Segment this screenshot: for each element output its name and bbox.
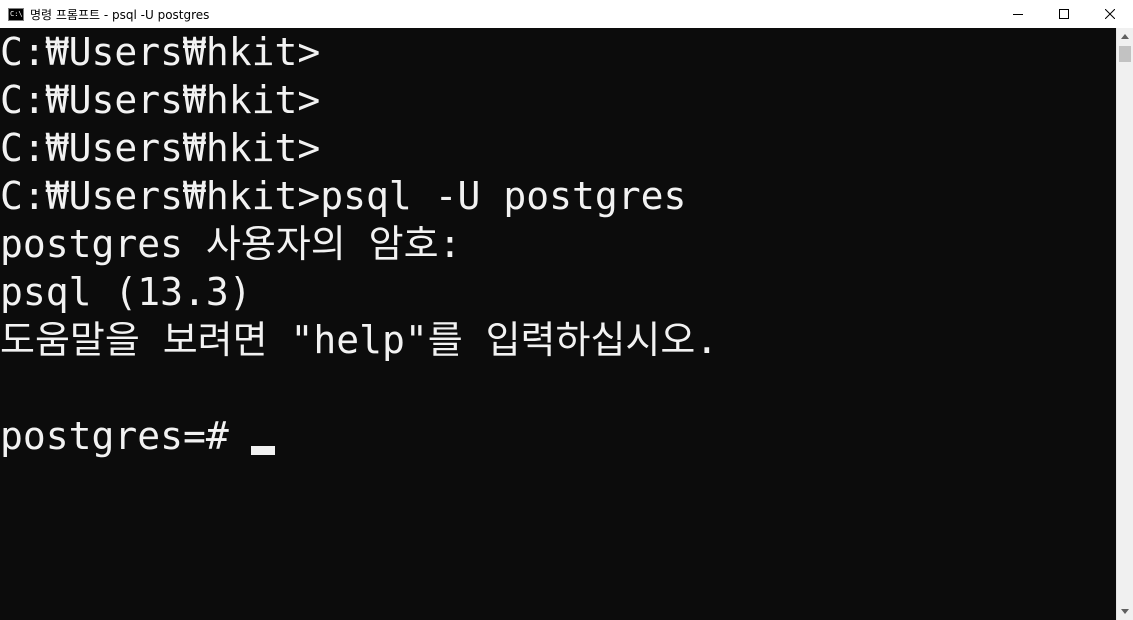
scroll-up-button[interactable] <box>1117 28 1133 45</box>
maximize-button[interactable] <box>1041 0 1087 28</box>
close-button[interactable] <box>1087 0 1133 28</box>
vertical-scrollbar[interactable] <box>1116 28 1133 620</box>
cmd-icon[interactable]: C:\ <box>8 7 24 21</box>
console-line: C:₩Users₩hkit>psql -U postgres <box>0 174 687 218</box>
scroll-down-button[interactable] <box>1117 603 1133 620</box>
chevron-up-icon <box>1121 34 1129 39</box>
chevron-down-icon <box>1121 609 1129 614</box>
prompt-text: postgres=# <box>0 414 229 458</box>
window-title: 명령 프롬프트 - psql -U postgres <box>30 7 210 22</box>
console-output[interactable]: C:₩Users₩hkit> C:₩Users₩hkit> C:₩Users₩h… <box>0 28 1116 620</box>
maximize-icon <box>1059 9 1069 19</box>
text-cursor <box>250 446 275 455</box>
command-prompt-window: C:\ 명령 프롬프트 - psql -U postgres C:₩Users₩… <box>0 0 1133 620</box>
console-line: C:₩Users₩hkit> <box>0 30 321 74</box>
scrollbar-thumb[interactable] <box>1119 46 1131 62</box>
console-line: C:₩Users₩hkit> <box>0 78 321 122</box>
prompt-line[interactable]: postgres=# <box>0 412 1116 460</box>
minimize-button[interactable] <box>995 0 1041 28</box>
console-line: psql (13.3) <box>0 270 252 314</box>
title-bar[interactable]: C:\ 명령 프롬프트 - psql -U postgres <box>0 0 1133 28</box>
window-controls <box>995 0 1133 28</box>
minimize-icon <box>1013 14 1023 15</box>
close-icon <box>1105 9 1115 19</box>
console-line: postgres 사용자의 암호: <box>0 222 462 266</box>
console-line: C:₩Users₩hkit> <box>0 126 321 170</box>
console-line: 도움말을 보려면 "help"를 입력하십시오. <box>0 318 719 362</box>
